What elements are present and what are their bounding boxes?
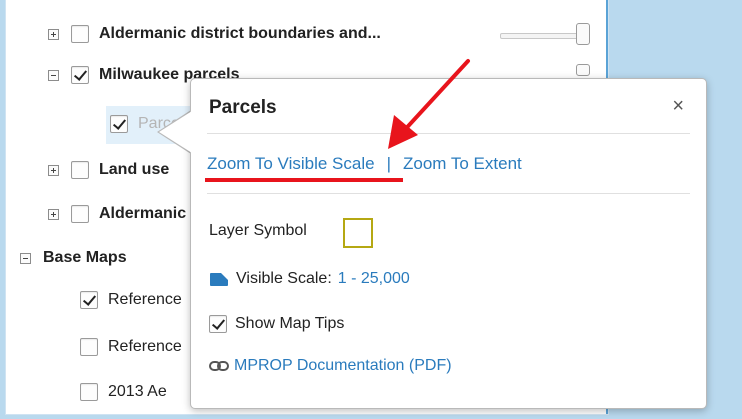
layer-checkbox[interactable] [80, 291, 98, 309]
collapse-icon[interactable] [20, 252, 31, 264]
layer-checkbox[interactable] [80, 383, 98, 401]
visible-scale-label: Visible Scale: [236, 270, 332, 287]
basemap-row[interactable]: Reference [80, 288, 182, 312]
show-map-tips-checkbox[interactable] [209, 315, 227, 333]
divider [207, 193, 690, 194]
collapse-icon[interactable] [48, 69, 59, 81]
popup-pointer-fill [159, 111, 192, 153]
layer-symbol-swatch [343, 218, 373, 248]
basemap-row[interactable]: Reference [80, 335, 182, 359]
visible-scale-row: Visible Scale: 1 - 25,000 [209, 270, 410, 288]
layer-checkbox[interactable] [71, 25, 89, 43]
popup-title: Parcels [209, 97, 277, 118]
group-label: Base Maps [43, 249, 127, 266]
zoom-to-visible-scale-link[interactable]: Zoom To Visible Scale [207, 154, 375, 174]
basemap-row[interactable]: 2013 Ae [80, 380, 167, 404]
expand-icon[interactable] [48, 164, 59, 176]
layer-symbol-label: Layer Symbol [209, 222, 307, 239]
show-map-tips-label: Show Map Tips [235, 315, 345, 332]
zoom-to-extent-link[interactable]: Zoom To Extent [403, 154, 522, 174]
annotation-underline [205, 178, 403, 182]
documentation-row: MPROP Documentation (PDF) [209, 357, 452, 375]
layer-row-aldermanic-district[interactable]: Aldermanic district boundaries and... [48, 22, 381, 46]
visible-scale-value: 1 - 25,000 [337, 270, 410, 287]
mprop-documentation-link[interactable]: MPROP Documentation (PDF) [234, 357, 452, 375]
layer-label: Aldermanic district boundaries and... [99, 25, 381, 42]
layer-checkbox[interactable] [71, 161, 89, 179]
layer-label: Aldermanic [99, 205, 187, 222]
layer-label: Reference [108, 338, 182, 355]
layer-row-land-use[interactable]: Land use [48, 158, 169, 182]
scale-icon [210, 273, 228, 286]
layer-label: Land use [99, 161, 170, 178]
expand-icon[interactable] [48, 28, 59, 40]
link-separator: | [386, 154, 391, 173]
opacity-slider-handle[interactable] [576, 23, 590, 45]
layer-checkbox[interactable] [80, 338, 98, 356]
group-row-base-maps[interactable]: Base Maps [20, 246, 127, 270]
expand-icon[interactable] [48, 208, 59, 220]
link-chain-icon [209, 361, 229, 371]
layer-checkbox[interactable] [71, 66, 89, 84]
zoom-links: Zoom To Visible Scale | Zoom To Extent [207, 154, 522, 174]
opacity-slider-track[interactable] [500, 33, 578, 39]
layer-label: Reference [108, 291, 182, 308]
layer-label: 2013 Ae [108, 383, 167, 400]
layer-checkbox[interactable] [71, 205, 89, 223]
layer-checkbox[interactable] [110, 115, 128, 133]
close-icon[interactable]: × [672, 95, 684, 118]
annotation-arrow-icon [388, 59, 470, 149]
opacity-slider-handle[interactable] [576, 64, 590, 76]
layer-row-aldermanic[interactable]: Aldermanic [48, 202, 186, 226]
show-map-tips-row[interactable]: Show Map Tips [209, 315, 344, 333]
